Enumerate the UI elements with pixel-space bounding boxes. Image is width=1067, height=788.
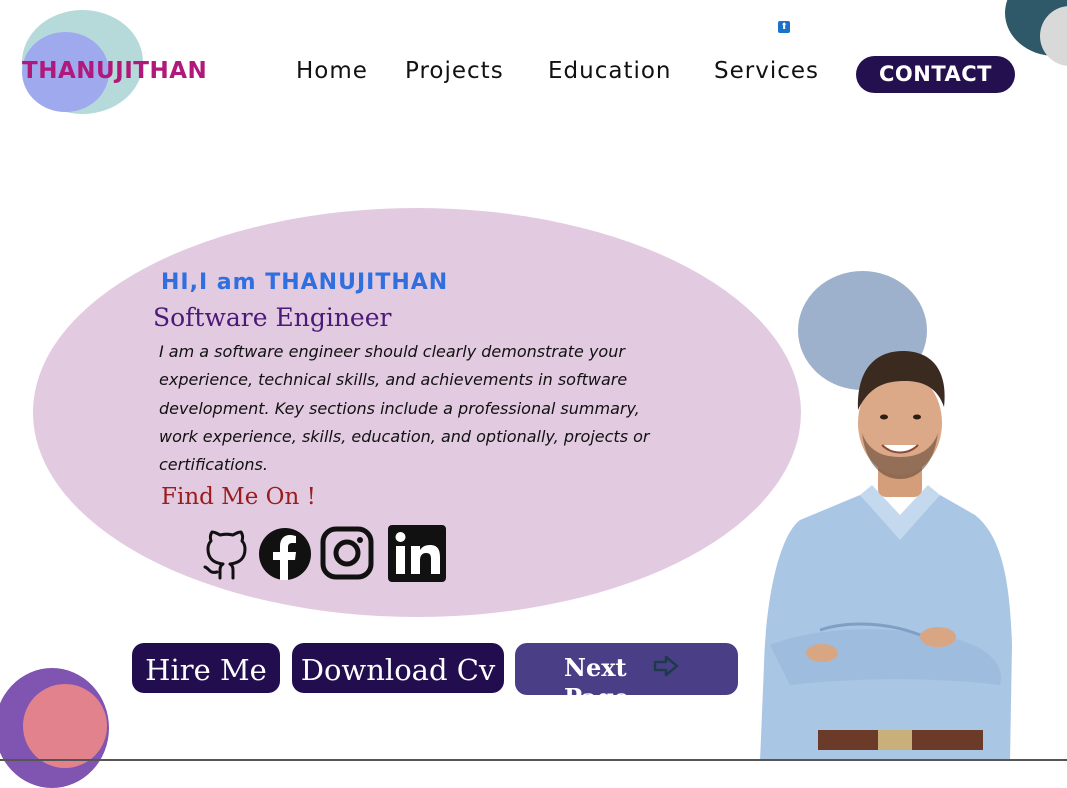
hero-role: Software Engineer [153,303,392,332]
nav-projects[interactable]: Projects [405,58,504,84]
download-cv-button[interactable]: Download Cv [292,643,504,693]
arrow-right-icon [652,654,680,682]
next-page-button[interactable]: Next Page [515,643,738,695]
scroll-top-icon[interactable]: ⬆ [778,21,790,33]
hire-me-button[interactable]: Hire Me [132,643,280,693]
site-logo[interactable]: THANUJITHAN [22,58,207,84]
github-icon[interactable] [199,524,251,582]
nav-education[interactable]: Education [548,58,672,84]
linkedin-icon[interactable] [387,524,447,582]
nav-services[interactable]: Services [714,58,819,84]
instagram-icon[interactable] [320,524,375,582]
bottom-decor-circle-inner [23,684,107,768]
hero-greeting: HI,I am THANUJITHAN [161,270,449,295]
next-page-label: Next Page [564,653,629,695]
profile-photo [760,345,1020,761]
facebook-icon[interactable] [258,524,312,582]
nav-home[interactable]: Home [296,58,368,84]
find-me-heading: Find Me On ! [161,484,316,510]
hero-bio: I am a software engineer should clearly … [159,342,650,475]
contact-button[interactable]: CONTACT [856,56,1015,93]
